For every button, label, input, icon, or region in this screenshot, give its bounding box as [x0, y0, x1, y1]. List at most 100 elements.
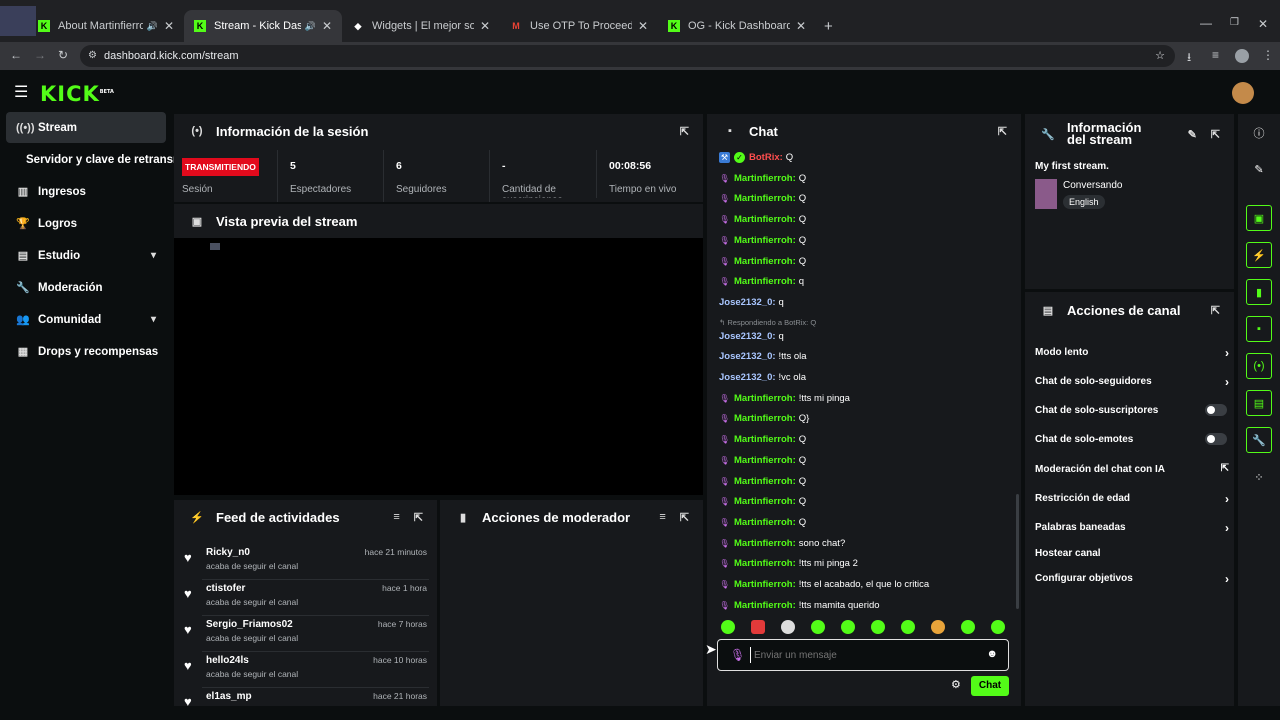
chat-username[interactable]: Jose2132_0:: [719, 372, 776, 383]
emote-icon[interactable]: [841, 620, 855, 634]
browser-tab-1[interactable]: K About Martinfierroh - Watc 🔊 ✕: [28, 10, 184, 42]
browser-menu-icon[interactable]: ⋮: [1262, 48, 1274, 62]
chat-message[interactable]: 🎙 Martinfierroh: Q: [719, 476, 1009, 487]
bookmark-star-icon[interactable]: ☆: [1155, 45, 1165, 67]
back-icon[interactable]: ←: [10, 48, 22, 62]
chat-username[interactable]: Martinfierroh:: [734, 558, 796, 569]
sidebar-item-logros[interactable]: 🏆 Logros: [6, 208, 166, 239]
channel-action-ai-moderation[interactable]: Moderación del chat con IA ⇱: [1035, 463, 1229, 475]
chat-message[interactable]: Jose2132_0: !vc ola: [719, 372, 1009, 383]
new-tab-button[interactable]: +: [824, 18, 833, 35]
chat-message-input[interactable]: [750, 647, 970, 663]
close-tab-icon[interactable]: ✕: [638, 19, 648, 33]
channel-action-goals[interactable]: Configurar objetivos ›: [1035, 572, 1229, 586]
kick-logo[interactable]: KICKBETA: [40, 82, 114, 106]
chat-send-button[interactable]: Chat: [971, 676, 1009, 696]
hamburger-menu-icon[interactable]: ☰: [14, 82, 28, 102]
popout-icon[interactable]: ⇱: [680, 511, 689, 524]
browser-tab-3[interactable]: ◆ Widgets | El mejor software pa ✕: [342, 10, 500, 42]
downloads-icon[interactable]: ⭳: [1187, 48, 1191, 69]
chat-username[interactable]: Martinfierroh:: [734, 214, 796, 225]
chat-username[interactable]: Martinfierroh:: [734, 393, 796, 404]
chat-username[interactable]: Martinfierroh:: [734, 193, 796, 204]
reload-icon[interactable]: ↻: [58, 48, 68, 62]
chat-username[interactable]: Martinfierroh:: [734, 496, 796, 507]
close-tab-icon[interactable]: ✕: [164, 19, 174, 33]
chat-message[interactable]: 🎙 Martinfierroh: Q}: [719, 413, 1009, 424]
emote-icon[interactable]: [751, 620, 765, 634]
subscribers-only-toggle[interactable]: [1205, 404, 1227, 416]
minimize-window-icon[interactable]: —: [1200, 16, 1212, 30]
chat-message[interactable]: Jose2132_0: q: [719, 331, 1009, 342]
close-tab-icon[interactable]: ✕: [322, 19, 332, 33]
actions-widget-icon[interactable]: ▤: [1246, 390, 1272, 416]
browser-tab-2[interactable]: K Stream - Kick Dashboard 🔊 ✕: [184, 10, 342, 42]
sidebar-item-comunidad[interactable]: 👥 Comunidad ▾: [6, 304, 166, 335]
channel-action-subscribers-only[interactable]: Chat de solo-suscriptores: [1035, 404, 1227, 416]
channel-action-emotes-only[interactable]: Chat de solo-emotes: [1035, 433, 1227, 445]
chat-message[interactable]: 🎙 Martinfierroh: Q: [719, 256, 1009, 267]
chat-username[interactable]: Jose2132_0:: [719, 351, 776, 362]
chat-username[interactable]: Martinfierroh:: [734, 579, 796, 590]
emote-icon[interactable]: [871, 620, 885, 634]
chat-username[interactable]: Martinfierroh:: [734, 256, 796, 267]
user-avatar[interactable]: [1232, 82, 1254, 104]
sidebar-item-estudio[interactable]: ▤ Estudio ▾: [6, 240, 166, 271]
edit-pencil-icon[interactable]: ✎: [1188, 128, 1197, 141]
channel-action-banned-words[interactable]: Palabras baneadas ›: [1035, 521, 1229, 535]
popout-icon[interactable]: ⇱: [1211, 128, 1220, 141]
media-control-icon[interactable]: ≡: [1212, 48, 1219, 62]
chat-username[interactable]: Martinfierroh:: [734, 517, 796, 528]
sidebar-item-ingresos[interactable]: ▥ Ingresos: [6, 176, 166, 207]
emote-icon[interactable]: [721, 620, 735, 634]
emote-icon[interactable]: [961, 620, 975, 634]
channel-action-host[interactable]: Hostear canal: [1035, 548, 1225, 559]
edit-icon[interactable]: ✎: [1244, 154, 1274, 184]
sidebar-item-stream[interactable]: ((•)) Stream: [6, 112, 166, 143]
filter-icon[interactable]: ≡: [393, 511, 399, 524]
emote-icon[interactable]: [931, 620, 945, 634]
chat-message[interactable]: 🎙 Martinfierroh: Q: [719, 193, 1009, 204]
shield-widget-icon[interactable]: ▮: [1246, 279, 1272, 305]
chat-message[interactable]: 🎙 Martinfierroh: Q: [719, 455, 1009, 466]
sidebar-item-moderacion[interactable]: 🔧 Moderación: [6, 272, 166, 303]
popout-icon[interactable]: ⇱: [998, 125, 1007, 138]
site-info-icon[interactable]: ⚙: [88, 45, 97, 67]
emote-icon[interactable]: [811, 620, 825, 634]
forward-icon[interactable]: →: [34, 48, 46, 62]
chat-message[interactable]: 🎙 Martinfierroh: q: [719, 276, 1009, 287]
chat-input-box[interactable]: 🎙 ☻: [717, 639, 1009, 671]
chat-message[interactable]: Jose2132_0: q: [719, 297, 1009, 308]
chat-username[interactable]: BotRix:: [749, 152, 783, 163]
emotes-only-toggle[interactable]: [1205, 433, 1227, 445]
emoji-picker-icon[interactable]: ☻: [986, 648, 998, 660]
popout-icon[interactable]: ⇱: [680, 125, 689, 138]
filter-icon[interactable]: ≡: [659, 511, 665, 524]
emote-icon[interactable]: [991, 620, 1005, 634]
chat-message[interactable]: 🎙 Martinfierroh: !tts mamita querido: [719, 600, 1009, 611]
popout-icon[interactable]: ⇱: [1211, 304, 1220, 317]
chat-message[interactable]: 🎙 Martinfierroh: Q: [719, 517, 1009, 528]
chat-message[interactable]: 🎙 Martinfierroh: Q: [719, 434, 1009, 445]
stream-video[interactable]: [174, 239, 703, 495]
chat-message[interactable]: 🎙 Martinfierroh: Q: [719, 496, 1009, 507]
address-bar[interactable]: ⚙ dashboard.kick.com/stream ☆: [80, 45, 1175, 67]
browser-tab-4[interactable]: M Use OTP To Proceed - pelmas6i ✕: [500, 10, 658, 42]
chat-username[interactable]: Martinfierroh:: [734, 235, 796, 246]
close-tab-icon[interactable]: ✕: [796, 19, 806, 33]
channel-action-slow-mode[interactable]: Modo lento ›: [1035, 346, 1229, 360]
chat-username[interactable]: Martinfierroh:: [734, 173, 796, 184]
chat-username[interactable]: Jose2132_0:: [719, 297, 776, 308]
bolt-widget-icon[interactable]: ⚡: [1246, 242, 1272, 268]
popout-icon[interactable]: ⇱: [414, 511, 423, 524]
chat-message[interactable]: 🎙 Martinfierroh: !tts el acabado, el que l…: [719, 579, 1009, 590]
chat-username[interactable]: Martinfierroh:: [734, 538, 796, 549]
emote-icon[interactable]: [901, 620, 915, 634]
camera-widget-icon[interactable]: ▣: [1246, 205, 1272, 231]
chat-username[interactable]: Martinfierroh:: [734, 434, 796, 445]
chat-username[interactable]: Martinfierroh:: [734, 476, 796, 487]
close-window-icon[interactable]: ✕: [1258, 17, 1268, 31]
info-icon[interactable]: ⓘ: [1244, 118, 1274, 148]
chat-message[interactable]: ⚒ ✓ BotRix: Q: [719, 152, 1009, 163]
chat-message[interactable]: 🎙 Martinfierroh: !tts mi pinga: [719, 393, 1009, 404]
